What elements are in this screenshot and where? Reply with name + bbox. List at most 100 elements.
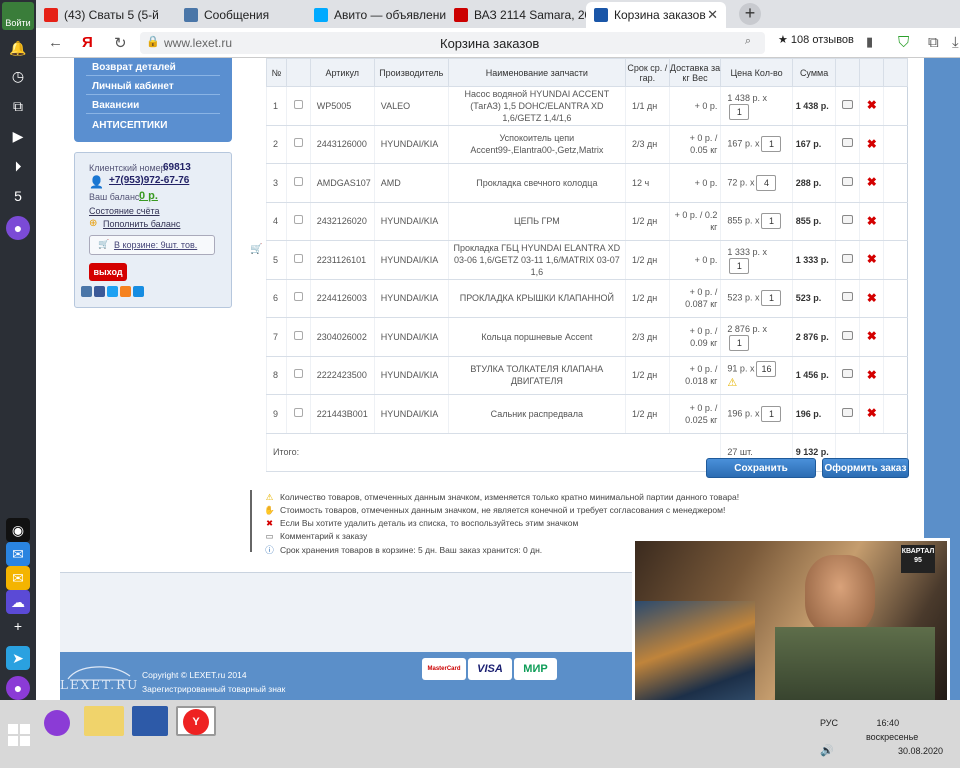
extensions-icon[interactable]: ⧉ (928, 34, 939, 51)
system-tray[interactable]: РУС 16:40 воскресенье 30.08.2020 (820, 716, 943, 758)
alice-icon[interactable]: ● (6, 216, 30, 240)
digit-badge-icon[interactable]: 5 (6, 184, 30, 208)
vk-share-icon[interactable] (81, 286, 92, 297)
row-checkbox[interactable] (293, 253, 303, 263)
sidebar-item-antiseptics[interactable]: АНТИСЕПТИКИ (86, 118, 220, 133)
sidebar-item-returns[interactable]: Возврат деталей (86, 60, 220, 76)
mail-icon[interactable]: ✉ (6, 566, 30, 590)
topup-link[interactable]: Пополнить баланс (103, 219, 180, 229)
play-icon[interactable]: ⏵ (6, 154, 30, 178)
alice-taskbar-icon[interactable] (44, 710, 70, 736)
reviews-badge[interactable]: ★ 108 отзывов (778, 33, 854, 46)
comment-icon[interactable] (842, 253, 854, 263)
alice-bottom-icon[interactable]: ● (6, 676, 30, 700)
delete-icon[interactable]: ✖ (867, 175, 877, 189)
close-tab-icon[interactable]: ✕ (707, 7, 718, 23)
delete-icon[interactable]: ✖ (867, 329, 877, 343)
balance-value[interactable]: 0 р. (139, 190, 158, 202)
delete-icon[interactable]: ✖ (867, 252, 877, 266)
tab-cart[interactable]: Корзина заказов ✕ (586, 2, 726, 28)
volume-icon[interactable]: 🔊 (820, 744, 834, 757)
row-checkbox[interactable] (293, 407, 303, 417)
twitter-share-icon[interactable] (107, 286, 118, 297)
logout-button[interactable]: выход (89, 263, 127, 281)
comment-icon[interactable] (842, 99, 854, 109)
collections-icon[interactable]: ⧉ (6, 94, 30, 118)
cart-summary-button[interactable]: 🛒 В корзине: 9шт. тов. (89, 235, 215, 255)
delete-icon[interactable]: ✖ (867, 98, 877, 112)
quantity-input[interactable]: 1 (729, 257, 750, 274)
comment-icon[interactable] (842, 176, 854, 186)
comment-icon[interactable] (842, 215, 854, 225)
search-icon[interactable]: ⌕ (745, 35, 751, 48)
checkout-button[interactable]: Оформить заказ (822, 458, 909, 478)
tab-avito[interactable]: Авито — объявления (306, 2, 446, 28)
tab-drive2[interactable]: ВАЗ 2114 Samara, 2004 (446, 2, 586, 28)
quantity-input[interactable]: 16 (756, 361, 777, 378)
url-box[interactable]: 🔒 www.lexet.ru Корзина заказов ⌕ (140, 32, 765, 54)
quantity-input[interactable]: 1 (761, 290, 782, 307)
yandex-icon[interactable]: Я (82, 34, 93, 51)
mailru-share-icon[interactable] (133, 286, 144, 297)
add-icon[interactable]: + (6, 614, 30, 638)
download-icon[interactable]: ⤓ (952, 34, 959, 51)
row-checkbox[interactable] (293, 330, 303, 340)
facebook-share-icon[interactable] (94, 286, 105, 297)
delete-icon[interactable]: ✖ (867, 137, 877, 151)
comment-icon[interactable] (842, 292, 854, 302)
chat-icon[interactable]: ➤ (6, 646, 30, 670)
login-button[interactable]: Войти (2, 2, 34, 30)
row-checkbox[interactable] (293, 369, 303, 379)
delete-icon[interactable]: ✖ (867, 406, 877, 420)
comment-icon[interactable] (842, 369, 854, 379)
quantity-input[interactable]: 1 (761, 405, 782, 422)
explorer-taskbar-icon[interactable] (84, 706, 124, 736)
save-changes-button[interactable]: Сохранить изменения (706, 458, 816, 494)
picture-in-picture-video[interactable]: КВАРТАЛ 95 (632, 538, 950, 718)
row-delete: ✖ (859, 279, 884, 318)
tab-youtube[interactable]: (43) Сваты 5 (5-й (36, 2, 176, 28)
quantity-input[interactable]: 1 (729, 334, 750, 351)
back-icon[interactable]: ← (48, 34, 63, 51)
shield-icon[interactable]: ⛉ (898, 34, 909, 51)
keyboard-lang[interactable]: РУС (820, 718, 838, 728)
sidebar-item-vacancies[interactable]: Вакансии (86, 98, 220, 114)
table-row: 2 2443126000 HYUNDAI/KIA Успокоитель цепи A… (266, 125, 908, 164)
tab-messages[interactable]: Сообщения (176, 2, 306, 28)
row-checkbox[interactable] (293, 215, 303, 225)
phone-number[interactable]: +7(953)972-67-76 (109, 175, 189, 186)
bell-icon[interactable]: 🔔 (6, 36, 30, 60)
floppy-taskbar-icon[interactable] (132, 706, 168, 736)
row-checkbox[interactable] (293, 176, 303, 186)
row-checkbox[interactable] (293, 99, 303, 109)
comment-icon[interactable] (842, 138, 854, 148)
history-icon[interactable]: ◷ (6, 64, 30, 88)
row-extra (883, 356, 908, 395)
quantity-input[interactable]: 1 (729, 103, 750, 120)
zen-icon[interactable]: ◉ (6, 518, 30, 542)
row-term: 12 ч (625, 163, 670, 203)
ok-share-icon[interactable] (120, 286, 131, 297)
row-checkbox[interactable] (293, 292, 303, 302)
row-delivery: + 0 р. / 0.018 кг (668, 356, 721, 395)
quantity-input[interactable]: 4 (756, 174, 777, 191)
col-term: Срок ср. / гар. (625, 58, 670, 87)
sidebar-item-cabinet[interactable]: Личный кабинет (86, 79, 220, 95)
comment-icon[interactable] (842, 407, 854, 417)
video-icon[interactable]: ▶ (6, 124, 30, 148)
row-checkbox[interactable] (293, 138, 303, 148)
bookmark-icon[interactable]: ▮ (866, 34, 873, 50)
delete-icon[interactable]: ✖ (867, 291, 877, 305)
reload-icon[interactable]: ↻ (114, 34, 127, 52)
disk-icon[interactable]: ☁ (6, 590, 30, 614)
delete-icon[interactable]: ✖ (867, 368, 877, 382)
windows-start-icon[interactable] (8, 724, 30, 746)
quantity-input[interactable]: 1 (761, 213, 782, 230)
quantity-input[interactable]: 1 (761, 136, 782, 153)
new-tab-button[interactable]: + (739, 3, 761, 25)
delete-icon[interactable]: ✖ (867, 214, 877, 228)
account-state-link[interactable]: Состояние счёта (89, 206, 160, 216)
messenger-icon[interactable]: ✉ (6, 542, 30, 566)
comment-icon[interactable] (842, 330, 854, 340)
yandex-browser-taskbar-icon[interactable]: Y (176, 706, 216, 736)
